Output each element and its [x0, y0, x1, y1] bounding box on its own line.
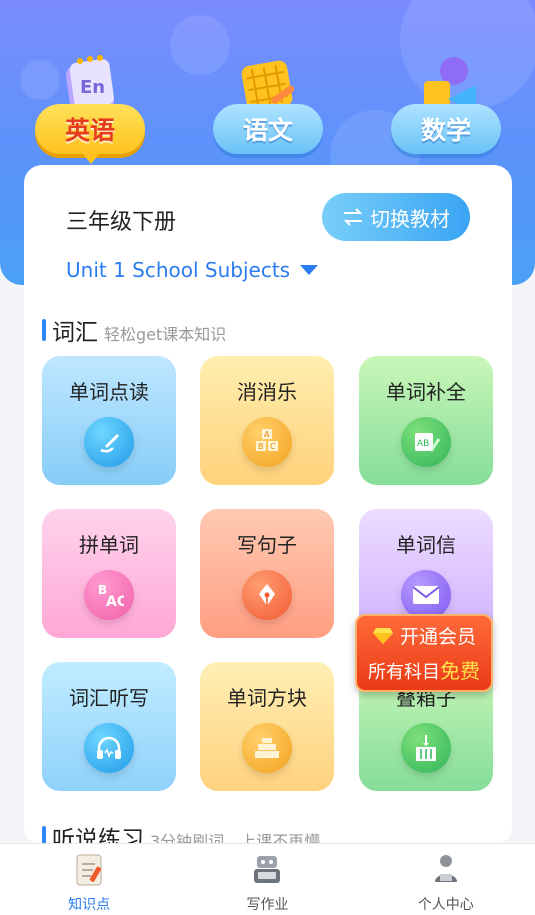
promo-highlight: 免费 — [440, 659, 480, 683]
swap-arrows-icon — [343, 208, 363, 226]
tile-spell-word[interactable]: 拼单词 B AC — [42, 509, 176, 638]
ab-edit-icon: AB — [401, 417, 451, 467]
tab-homework[interactable]: 写作业 — [178, 844, 356, 915]
abc-letters-icon: B AC — [84, 570, 134, 620]
svg-text:C: C — [270, 442, 276, 451]
tab-english[interactable]: 英语 — [35, 104, 145, 164]
book-title: 三年级下册 — [66, 210, 177, 235]
tile-write-sentence[interactable]: 写句子 — [200, 509, 334, 638]
section-marker — [42, 319, 46, 341]
bricks-icon — [242, 723, 292, 773]
tile-word-complete[interactable]: 单词补全 AB — [359, 356, 493, 485]
tile-label: 词汇听写 — [69, 686, 149, 710]
section-vocab-header: 词汇 轻松get课本知识 — [42, 313, 226, 347]
crane-box-icon — [401, 723, 451, 773]
bottom-tabbar: 知识点 写作业 个人中心 — [0, 843, 535, 915]
tile-label: 消消乐 — [237, 380, 297, 404]
vip-promo-badge[interactable]: 开通会员 所有科目免费 — [355, 614, 493, 692]
notebook-icon — [76, 854, 102, 886]
tile-label: 写句子 — [237, 533, 297, 557]
diamond-icon — [372, 627, 393, 644]
tab-label: 个人中心 — [417, 897, 474, 913]
unit-selected-label: Unit 1 School Subjects — [66, 258, 291, 282]
tab-label: 写作业 — [246, 897, 289, 913]
headphones-icon — [84, 723, 134, 773]
promo-line1: 开通会员 — [399, 626, 476, 648]
tile-label: 拼单词 — [79, 533, 139, 557]
section-vocab-subtitle: 轻松get课本知识 — [104, 325, 227, 344]
tile-label: 单词方块 — [227, 686, 307, 710]
robot-writer-icon — [254, 856, 281, 883]
tile-label: 单词信 — [396, 533, 456, 557]
caret-down-icon — [300, 265, 319, 275]
pen-tap-icon — [84, 417, 134, 467]
switch-textbook-label: 切换教材 — [370, 206, 450, 231]
envelope-icon — [401, 570, 451, 620]
tab-profile[interactable]: 个人中心 — [357, 844, 535, 915]
tile-label: 单词点读 — [69, 380, 149, 404]
tile-word-blocks[interactable]: 单词方块 — [200, 662, 334, 791]
person-reading-icon — [434, 855, 457, 882]
unit-dropdown[interactable]: Unit 1 School Subjects — [66, 258, 319, 282]
fountain-pen-icon — [242, 570, 292, 620]
svg-text:En: En — [80, 77, 105, 98]
tab-chinese[interactable]: 语文 — [213, 104, 323, 154]
tile-label: 单词补全 — [386, 380, 466, 404]
svg-text:B: B — [258, 442, 264, 451]
abc-blocks-icon: A B C — [242, 417, 292, 467]
tile-word-read[interactable]: 单词点读 — [42, 356, 176, 485]
promo-line2: 所有科目 — [368, 662, 440, 683]
section-vocab-title: 词汇 — [52, 320, 98, 346]
svg-text:AB: AB — [417, 439, 429, 449]
tab-knowledge[interactable]: 知识点 — [0, 844, 178, 915]
switch-textbook-button[interactable]: 切换教材 — [322, 193, 470, 241]
tab-math[interactable]: 数学 — [391, 104, 501, 154]
tile-vocab-dictation[interactable]: 词汇听写 — [42, 662, 176, 791]
tab-label: 知识点 — [68, 897, 111, 913]
svg-text:AC: AC — [106, 594, 124, 610]
svg-text:A: A — [264, 430, 270, 439]
tile-match-game[interactable]: 消消乐 A B C — [200, 356, 334, 485]
